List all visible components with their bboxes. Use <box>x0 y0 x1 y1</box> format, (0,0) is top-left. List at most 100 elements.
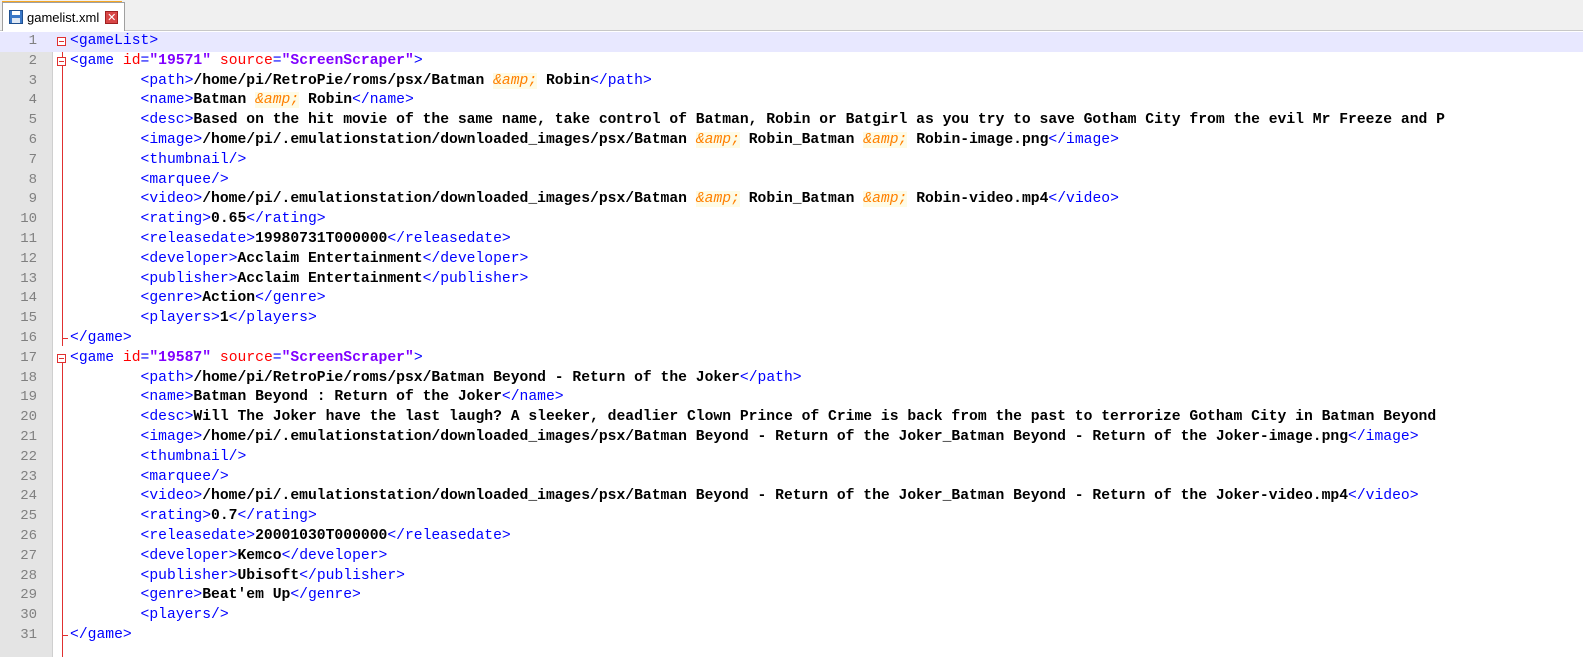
xml-tag: </path> <box>739 369 802 386</box>
code-line[interactable]: 29 <genre>Beat'em Up</genre> <box>0 586 1583 606</box>
xml-entity: &amp; <box>863 191 908 208</box>
xml-tag: <name> <box>140 92 194 109</box>
code-line[interactable]: 3 <path>/home/pi/RetroPie/roms/psx/Batma… <box>0 72 1583 92</box>
code-line[interactable]: 9 <video>/home/pi/.emulationstation/down… <box>0 190 1583 210</box>
line-number: 10 <box>20 211 37 228</box>
xml-tag: <genre> <box>140 587 203 604</box>
line-number: 3 <box>28 72 37 89</box>
fold-collapse-icon[interactable] <box>57 353 66 363</box>
code-line[interactable]: 12 <developer>Acclaim Entertainment</dev… <box>0 250 1583 270</box>
xml-tag: <desc> <box>140 112 194 129</box>
code-text: </game> <box>70 329 132 349</box>
xml-attr-name: source <box>211 52 273 69</box>
xml-entity: &amp; <box>493 72 538 89</box>
code-line[interactable]: 6 <image>/home/pi/.emulationstation/down… <box>0 131 1583 151</box>
code-line[interactable]: 27 <developer>Kemco</developer> <box>0 547 1583 567</box>
xml-tag: <thumbnail/> <box>140 448 247 465</box>
code-line[interactable]: 25 <rating>0.7</rating> <box>0 507 1583 527</box>
code-text: <game id="19587" source="ScreenScraper"> <box>70 349 423 369</box>
code-line[interactable]: 14 <genre>Action</genre> <box>0 289 1583 309</box>
xml-text: 20001030T000000 <box>255 528 388 544</box>
xml-text: /home/pi/.emulationstation/downloaded_im… <box>202 191 696 208</box>
code-line[interactable]: 7 <thumbnail/> <box>0 151 1583 171</box>
xml-text: Batman <box>193 92 256 109</box>
code-line[interactable]: 5 <desc>Based on the hit movie of the sa… <box>0 111 1583 131</box>
line-number: 22 <box>20 448 37 465</box>
fold-collapse-icon[interactable] <box>57 56 66 66</box>
line-number: 7 <box>28 151 37 168</box>
code-editor[interactable]: 1 <gameList> 2 <game id="19571" source="Scr… <box>0 32 1583 657</box>
code-line[interactable]: 8 <marquee/> <box>0 171 1583 191</box>
code-line[interactable]: 31 </game> <box>0 626 1583 646</box>
line-number: 29 <box>20 587 37 604</box>
code-text: <developer>Acclaim Entertainment</develo… <box>70 250 529 270</box>
code-text: <thumbnail/> <box>70 448 247 468</box>
code-line[interactable]: 20 <desc>Will The Joker have the last la… <box>0 408 1583 428</box>
code-line[interactable]: 2 <game id="19571" source="ScreenScraper"… <box>0 52 1583 72</box>
fold-collapse-icon[interactable] <box>57 37 66 46</box>
line-number: 20 <box>20 409 37 426</box>
line-number: 1 <box>28 33 37 49</box>
xml-text: 0.65 <box>211 211 247 228</box>
code-line[interactable]: 28 <publisher>Ubisoft</publisher> <box>0 567 1583 587</box>
line-number: 23 <box>20 468 37 485</box>
code-text: <marquee/> <box>70 468 229 488</box>
code-text: <image>/home/pi/.emulationstation/downlo… <box>70 131 1119 151</box>
xml-tag: <marquee/> <box>140 171 229 188</box>
xml-tag: </releasedate> <box>387 231 511 247</box>
line-number: 25 <box>20 508 37 525</box>
xml-tag: > <box>413 52 423 69</box>
code-line[interactable]: 30 <players/> <box>0 606 1583 626</box>
close-tab-icon[interactable]: ✕ <box>105 10 119 24</box>
xml-text: Robin_Batman <box>739 132 864 148</box>
code-text: <developer>Kemco</developer> <box>70 547 388 567</box>
xml-attr-value: "19571" <box>149 52 212 69</box>
code-line[interactable]: 16 </game> <box>0 329 1583 349</box>
code-line[interactable]: 21 <image>/home/pi/.emulationstation/dow… <box>0 428 1583 448</box>
code-line[interactable]: 18 <path>/home/pi/RetroPie/roms/psx/Batm… <box>0 369 1583 389</box>
code-line[interactable]: 19 <name>Batman Beyond : Return of the J… <box>0 388 1583 408</box>
xml-tag: <path> <box>140 369 194 386</box>
xml-tag: </developer> <box>422 250 529 267</box>
code-text: <rating>0.65</rating> <box>70 210 326 230</box>
code-line[interactable]: 4 <name>Batman &amp; Robin</name> <box>0 91 1583 111</box>
code-line[interactable]: 24 <video>/home/pi/.emulationstation/dow… <box>0 487 1583 507</box>
code-line[interactable]: 10 <rating>0.65</rating> <box>0 210 1583 230</box>
code-line[interactable]: 1 <gameList> <box>0 32 1583 52</box>
xml-attr-name: id <box>122 349 141 366</box>
xml-tag: </publisher> <box>422 270 529 287</box>
line-number: 5 <box>28 112 37 129</box>
line-number: 30 <box>20 607 37 624</box>
code-line[interactable]: 26 <releasedate>20001030T000000</release… <box>0 527 1583 547</box>
xml-tag: <path> <box>140 72 194 89</box>
code-line[interactable]: 17 <game id="19587" source="ScreenScraper… <box>0 349 1583 369</box>
xml-tag: </genre> <box>290 587 361 604</box>
code-line[interactable]: 23 <marquee/> <box>0 468 1583 488</box>
code-text: <video>/home/pi/.emulationstation/downlo… <box>70 190 1119 210</box>
xml-entity: &amp; <box>695 132 740 148</box>
line-number: 28 <box>20 567 37 584</box>
xml-tag: <gameList> <box>70 33 159 49</box>
xml-text: Robin <box>537 72 591 89</box>
xml-text: /home/pi/.emulationstation/downloaded_im… <box>202 429 1349 445</box>
xml-tag: </game> <box>70 627 132 643</box>
code-line[interactable]: 13 <publisher>Acclaim Entertainment</pub… <box>0 270 1583 290</box>
xml-text: Kemco <box>237 547 282 564</box>
xml-entity: &amp; <box>255 92 300 109</box>
xml-text: 0.7 <box>211 508 238 525</box>
tab-gamelist-xml[interactable]: gamelist.xml ✕ <box>2 2 126 31</box>
code-line[interactable]: 22 <thumbnail/> <box>0 448 1583 468</box>
code-line[interactable]: 11 <releasedate>19980731T000000</release… <box>0 230 1583 250</box>
code-line[interactable]: 15 <players>1</players> <box>0 309 1583 329</box>
xml-tag: <video> <box>140 488 203 505</box>
xml-tag: <thumbnail/> <box>140 151 247 168</box>
